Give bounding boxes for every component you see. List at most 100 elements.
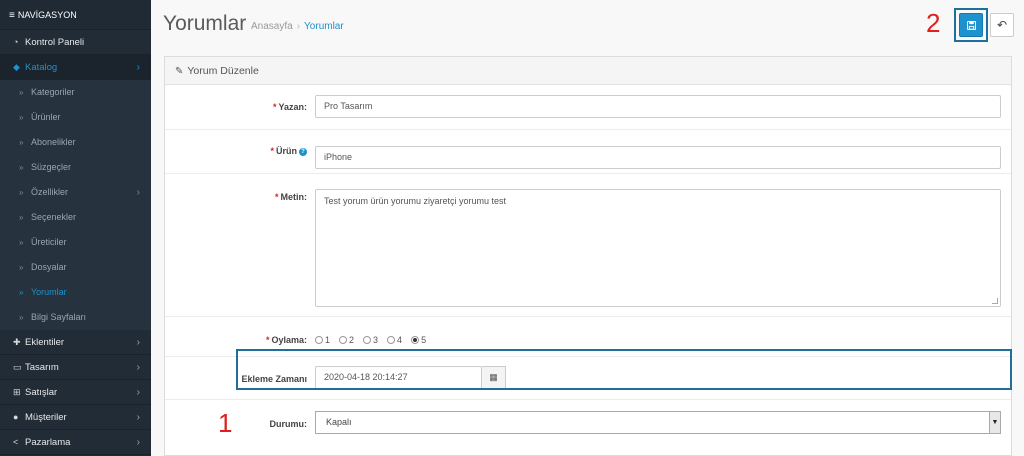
double-chevron-icon: » <box>19 188 24 197</box>
chevron-right-icon: › <box>136 337 140 348</box>
breadcrumb-separator: › <box>296 21 301 32</box>
annotation-marker-2: 2 <box>926 8 941 38</box>
rating-option-label: 1 <box>325 335 331 345</box>
dashboard-icon: ◔ <box>13 37 19 47</box>
rating-radio-2[interactable]: 2 <box>339 335 354 345</box>
sidebar-subitem-label: Süzgeçler <box>31 162 72 172</box>
sidebar-item-label: Satışlar <box>25 387 58 398</box>
double-chevron-icon: » <box>19 238 24 247</box>
rating-radio-4[interactable]: 4 <box>387 335 402 345</box>
double-chevron-icon: » <box>19 213 24 222</box>
help-icon[interactable]: ? <box>299 147 307 156</box>
monitor-icon: ▭ <box>13 362 22 372</box>
sidebar-subitem-label: Seçenekler <box>31 212 77 222</box>
sidebar-subitem-label: Bilgi Sayfaları <box>31 312 87 322</box>
review-text-area[interactable]: Test yorum ürün yorumu ziyaretçi yorumu … <box>315 189 1001 307</box>
sidebar-subitem-options[interactable]: » Seçenekler <box>0 205 151 230</box>
annotation-marker-1: 1 <box>218 408 233 438</box>
chevron-right-icon: › <box>136 437 140 448</box>
save-button[interactable] <box>959 13 983 37</box>
back-button[interactable]: ↶ <box>990 13 1014 37</box>
sidebar-item-sales[interactable]: ⊞ Satışlar › <box>0 380 151 405</box>
status-select[interactable]: Kapalı ▼ <box>315 411 1001 434</box>
sidebar-item-dashboard[interactable]: ◔ Kontrol Paneli <box>0 30 151 55</box>
required-marker: * <box>270 146 274 156</box>
sidebar-subitem-label: Üreticiler <box>31 237 67 247</box>
sidebar-subitem-downloads[interactable]: » Dosyalar <box>0 255 151 280</box>
rating-label-text: Oylama: <box>271 335 307 345</box>
sidebar-subitem-products[interactable]: » Ürünler <box>0 105 151 130</box>
double-chevron-icon: » <box>19 113 24 122</box>
rating-radio-1[interactable]: 1 <box>315 335 330 345</box>
text-label-text: Metin: <box>280 192 308 202</box>
dropdown-arrow-icon: ▼ <box>989 412 1000 433</box>
breadcrumb-current-link[interactable]: Yorumlar <box>304 21 344 32</box>
sidebar-subitem-label: Kategoriler <box>31 87 75 97</box>
review-edit-panel: ✎ Yorum Düzenle * Yazan: Pro Tasarım * Ürün… <box>164 56 1012 456</box>
chevron-right-icon: › <box>136 62 140 73</box>
form-row-product: * Ürün? iPhone <box>165 130 1011 174</box>
sidebar-item-customers[interactable]: ● Müşteriler › <box>0 405 151 430</box>
menu-icon[interactable]: ≡ <box>9 1 15 31</box>
form-row-author: * Yazan: Pro Tasarım <box>165 86 1011 130</box>
form-row-status: Durumu: Kapalı ▼ <box>165 400 1011 456</box>
sidebar-item-design[interactable]: ▭ Tasarım › <box>0 355 151 380</box>
sidebar-item-label: Eklentiler <box>25 337 65 348</box>
sidebar-item-marketing[interactable]: < Pazarlama › <box>0 430 151 455</box>
double-chevron-icon: » <box>19 138 24 147</box>
sidebar-item-catalog[interactable]: ◆ Katalog › <box>0 55 151 80</box>
radio-circle-selected <box>411 336 420 344</box>
chevron-right-icon: › <box>136 412 140 423</box>
sidebar-subitem-filters[interactable]: » Süzgeçler <box>0 155 151 180</box>
main-content: Yorumlar Anasayfa › Yorumlar 2 ↶ ✎ Yorum Dü… <box>151 0 1024 456</box>
chevron-right-icon: › <box>136 387 140 398</box>
chevron-right-icon: › <box>136 362 140 373</box>
sidebar-subitem-attributes[interactable]: » Özellikler › <box>0 180 151 205</box>
panel-title: Yorum Düzenle <box>187 65 259 77</box>
sidebar-item-label: Müşteriler <box>25 412 67 423</box>
breadcrumb: Anasayfa › Yorumlar <box>251 21 344 32</box>
radio-circle <box>363 336 372 344</box>
rating-option-label: 4 <box>397 335 403 345</box>
sidebar-subitem-reviews[interactable]: » Yorumlar <box>0 280 151 305</box>
reply-arrow-icon: ↶ <box>996 18 1008 32</box>
product-input[interactable]: iPhone <box>315 146 1001 169</box>
sidebar-item-label: Tasarım <box>25 362 59 373</box>
rating-radio-5[interactable]: 5 <box>411 335 426 345</box>
page-title: Yorumlar <box>163 12 247 35</box>
nav-header-label: NAVİGASYON <box>17 10 77 20</box>
product-label-text: Ürün <box>276 146 297 156</box>
tag-icon: ◆ <box>13 62 20 72</box>
breadcrumb-home-link[interactable]: Anasayfa <box>251 21 293 32</box>
rating-option-label: 2 <box>349 335 355 345</box>
product-label: * Ürün? <box>270 146 307 156</box>
rating-radio-group: 1 2 3 4 5 <box>315 335 426 345</box>
sidebar-subitem-subscriptions[interactable]: » Abonelikler <box>0 130 151 155</box>
sidebar-subitem-information[interactable]: » Bilgi Sayfaları <box>0 305 151 330</box>
author-input[interactable]: Pro Tasarım <box>315 95 1001 118</box>
required-marker: * <box>265 335 270 345</box>
sidebar-item-label: Kontrol Paneli <box>25 37 85 48</box>
radio-circle <box>387 336 396 344</box>
status-label: Durumu: <box>269 419 308 429</box>
pencil-icon: ✎ <box>175 66 184 77</box>
rating-radio-3[interactable]: 3 <box>363 335 378 345</box>
nav-header: ≡ NAVİGASYON <box>0 0 151 30</box>
cart-icon: ⊞ <box>13 387 21 397</box>
rating-label: * Oylama: <box>266 335 307 345</box>
author-label-text: Yazan: <box>278 102 307 112</box>
radio-circle <box>315 336 323 344</box>
sidebar-item-label: Katalog <box>25 62 58 73</box>
resize-grip-icon[interactable] <box>992 298 998 304</box>
double-chevron-icon: » <box>19 288 24 297</box>
radio-circle <box>339 336 348 344</box>
panel-heading: ✎ Yorum Düzenle <box>165 57 1011 85</box>
required-marker: * <box>274 192 279 202</box>
author-label: * Yazan: <box>273 102 307 112</box>
sidebar-subitem-label: Yorumlar <box>31 287 67 297</box>
double-chevron-icon: » <box>19 88 24 97</box>
sidebar-subitem-categories[interactable]: » Kategoriler <box>0 80 151 105</box>
sidebar-subitem-manufacturers[interactable]: » Üreticiler <box>0 230 151 255</box>
sidebar-item-extensions[interactable]: ✚ Eklentiler › <box>0 330 151 355</box>
sidebar-subitem-label: Dosyalar <box>31 262 67 272</box>
